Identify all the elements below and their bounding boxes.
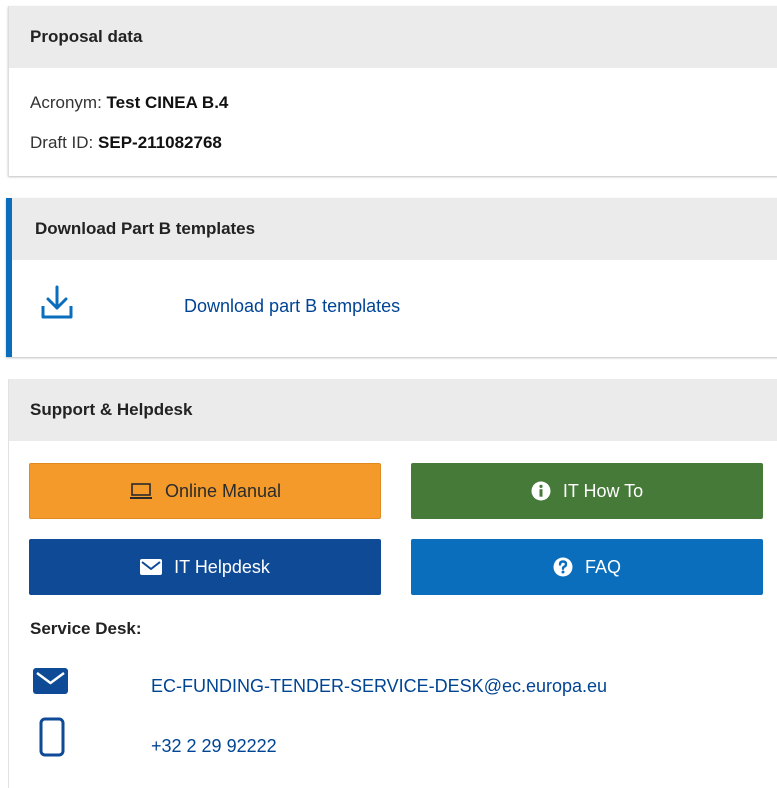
laptop-icon (129, 482, 153, 500)
online-manual-label: Online Manual (164, 480, 282, 501)
it-how-to-label: IT How To (562, 480, 644, 501)
download-templates-link[interactable]: Download part B templates (184, 296, 400, 317)
download-templates-header: Download Part B templates (12, 198, 777, 260)
it-how-to-button[interactable]: IT How To (411, 463, 763, 519)
faq-label: FAQ (584, 556, 621, 577)
envelope-icon (33, 668, 68, 694)
service-desk-email-link[interactable]: EC-FUNDING-TENDER-SERVICE-DESK@ec.europa… (151, 676, 607, 697)
support-helpdesk-header: Support & Helpdesk (9, 379, 777, 441)
phone-icon (39, 717, 65, 757)
acronym-label: Acronym: (30, 93, 102, 112)
it-helpdesk-label: IT Helpdesk (174, 556, 270, 577)
proposal-data-header: Proposal data (9, 6, 777, 68)
acronym-value: Test CINEA B.4 (106, 93, 229, 112)
acronym-field: Acronym: Test CINEA B.4 (30, 93, 228, 113)
faq-button[interactable]: FAQ (411, 539, 763, 595)
draft-id-label: Draft ID: (30, 133, 94, 152)
draft-id-field: Draft ID: SEP-211082768 (30, 133, 222, 153)
envelope-icon (140, 559, 163, 575)
draft-id-value: SEP-211082768 (98, 133, 222, 152)
support-helpdesk-panel: Support & Helpdesk Online Manual IT How … (8, 379, 777, 788)
download-templates-panel: Download Part B templates Download part … (6, 198, 777, 357)
question-icon (553, 557, 573, 577)
download-icon[interactable] (40, 284, 74, 320)
it-helpdesk-button[interactable]: IT Helpdesk (29, 539, 381, 595)
service-desk-title: Service Desk: (30, 619, 142, 638)
info-icon (531, 481, 551, 501)
service-desk-phone-link[interactable]: +32 2 29 92222 (151, 736, 277, 757)
online-manual-button[interactable]: Online Manual (29, 463, 381, 519)
proposal-data-panel: Proposal data Acronym: Test CINEA B.4 Dr… (8, 6, 777, 176)
